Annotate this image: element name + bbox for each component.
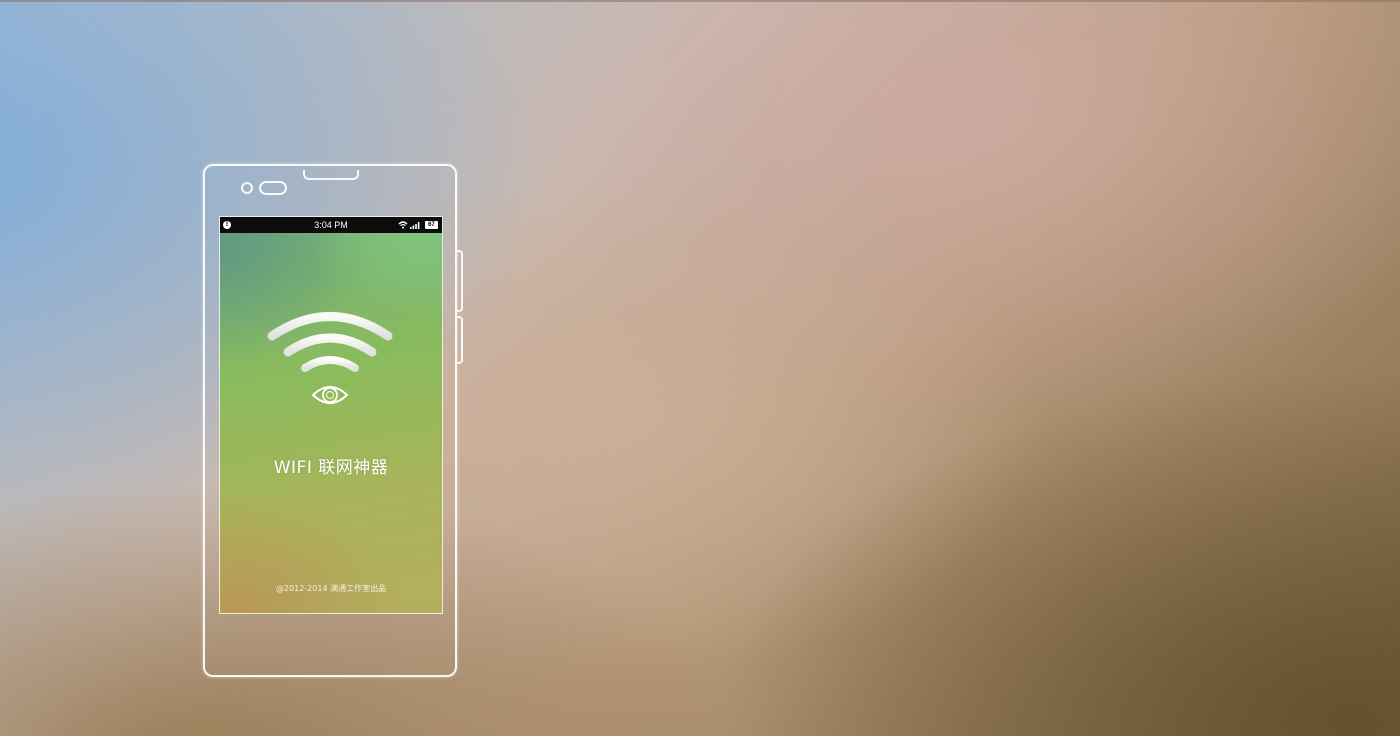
sensor-icon (259, 181, 287, 195)
copyright-text: @2012-2014 满通工作室出品 (275, 584, 387, 593)
battery-icon: 67 (425, 221, 438, 229)
top-divider (0, 0, 1400, 2)
phone-outline: ! 3:04 PM 67 WIFI 联网神器 @2012-2014 满通工作室出… (203, 164, 463, 677)
wifi-eye-icon (267, 312, 393, 404)
app-title: WIFI 联网神器 (273, 458, 389, 478)
phone-screen: ! 3:04 PM 67 WIFI 联网神器 @2012-2014 满通工作室出… (219, 216, 443, 614)
wifi-icon (398, 221, 408, 229)
signal-bars-icon (410, 222, 420, 229)
status-time: 3:04 PM (314, 220, 348, 230)
camera-icon (241, 182, 253, 194)
volume-down-button (457, 316, 463, 364)
status-bar: ! 3:04 PM 67 (220, 217, 442, 233)
speaker-icon (303, 170, 359, 180)
volume-up-button (457, 250, 463, 312)
background: ! 3:04 PM 67 WIFI 联网神器 @2012-2014 满通工作室出… (0, 0, 1400, 736)
